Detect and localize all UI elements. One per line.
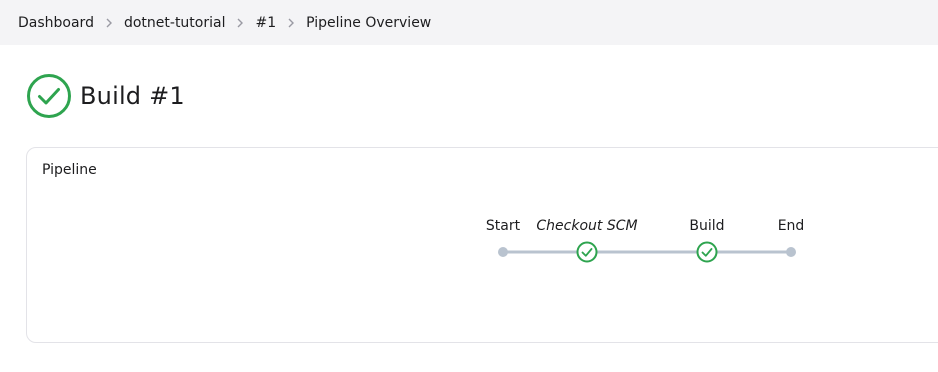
stage-label-start: Start <box>485 218 521 234</box>
breadcrumb: Dashboard dotnet-tutorial #1 Pipeline Ov… <box>0 0 938 45</box>
breadcrumb-item-job[interactable]: dotnet-tutorial <box>124 15 226 31</box>
end-node <box>786 247 796 257</box>
breadcrumb-item-build[interactable]: #1 <box>255 15 276 31</box>
stage-label-checkout-scm[interactable]: Checkout SCM <box>536 218 637 234</box>
check-circle-icon <box>26 73 72 119</box>
chevron-right-icon <box>225 15 255 31</box>
stage-node-checkout-scm[interactable] <box>576 241 598 263</box>
chevron-right-icon <box>94 15 124 31</box>
start-node <box>498 247 508 257</box>
pipeline-graph <box>498 241 796 263</box>
breadcrumb-item-dashboard[interactable]: Dashboard <box>18 15 94 31</box>
stage-label-build[interactable]: Build <box>689 218 724 234</box>
stage-node-build[interactable] <box>696 241 718 263</box>
stage-label-end: End <box>777 218 805 234</box>
chevron-right-icon <box>276 15 306 31</box>
breadcrumb-item-pipeline-overview[interactable]: Pipeline Overview <box>306 15 431 31</box>
page-title: Build #1 <box>80 82 185 110</box>
build-header: Build #1 <box>26 73 185 119</box>
pipeline-card: Pipeline Start Checkout SCM Build End <box>26 147 938 343</box>
